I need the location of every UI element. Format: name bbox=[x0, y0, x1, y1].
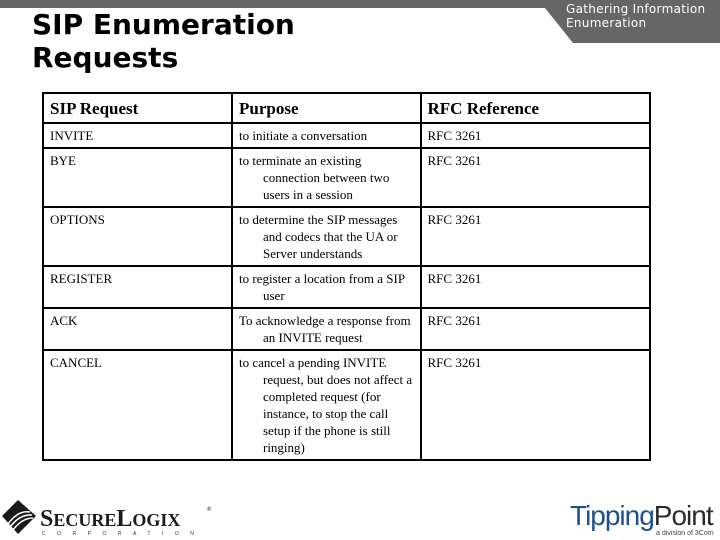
table-row: REGISTER to register a location from a S… bbox=[42, 265, 652, 309]
purpose-cell: To acknowledge a response from an INVITE… bbox=[230, 307, 422, 351]
securelogix-subline: CORPORATION bbox=[42, 531, 206, 537]
table-row: BYE to terminate an existing connection … bbox=[42, 147, 652, 208]
column-header-purpose: Purpose bbox=[230, 92, 422, 124]
request-cell: OPTIONS bbox=[42, 206, 233, 267]
section-label-line1: Gathering Information bbox=[566, 2, 706, 16]
request-cell: ACK bbox=[42, 307, 233, 351]
request-cell: INVITE bbox=[42, 122, 233, 149]
column-header-request: SIP Request bbox=[42, 92, 233, 124]
purpose-cell: to register a location from a SIP user bbox=[230, 265, 422, 309]
page-title: SIP Enumeration Requests bbox=[32, 8, 295, 74]
rfc-cell: RFC 3261 bbox=[419, 307, 652, 351]
tippingpoint-subline: a division of 3Com bbox=[656, 530, 714, 537]
page-title-line2: Requests bbox=[32, 41, 179, 74]
rfc-cell: RFC 3261 bbox=[419, 349, 652, 461]
page-title-line1: SIP Enumeration bbox=[32, 8, 295, 41]
table-row: OPTIONS to determine the SIP messages an… bbox=[42, 206, 652, 267]
section-label: Gathering Information Enumeration bbox=[566, 2, 720, 30]
securelogix-wordmark: SECURELOGIX bbox=[40, 506, 181, 532]
table-row: CANCEL to cancel a pending INVITE reques… bbox=[42, 349, 652, 461]
request-cell: CANCEL bbox=[42, 349, 233, 461]
rfc-cell: RFC 3261 bbox=[419, 265, 652, 309]
sip-requests-table: SIP Request Purpose RFC Reference INVITE… bbox=[42, 92, 652, 461]
table-header-row: SIP Request Purpose RFC Reference bbox=[42, 92, 652, 124]
registered-mark: ® bbox=[206, 506, 212, 513]
purpose-cell: to determine the SIP messages and codecs… bbox=[230, 206, 422, 267]
purpose-cell: to initiate a conversation bbox=[230, 122, 422, 149]
request-cell: BYE bbox=[42, 147, 233, 208]
request-cell: REGISTER bbox=[42, 265, 233, 309]
table-row: ACK To acknowledge a response from an IN… bbox=[42, 307, 652, 351]
purpose-cell: to terminate an existing connection betw… bbox=[230, 147, 422, 208]
table-row: INVITE to initiate a conversation RFC 32… bbox=[42, 122, 652, 149]
section-label-line2: Enumeration bbox=[566, 16, 647, 30]
rfc-cell: RFC 3261 bbox=[419, 206, 652, 267]
purpose-cell: to cancel a pending INVITE request, but … bbox=[230, 349, 422, 461]
rfc-cell: RFC 3261 bbox=[419, 147, 652, 208]
tippingpoint-logo: TippingPoint bbox=[570, 500, 714, 531]
column-header-rfc: RFC Reference bbox=[419, 92, 652, 124]
rfc-cell: RFC 3261 bbox=[419, 122, 652, 149]
